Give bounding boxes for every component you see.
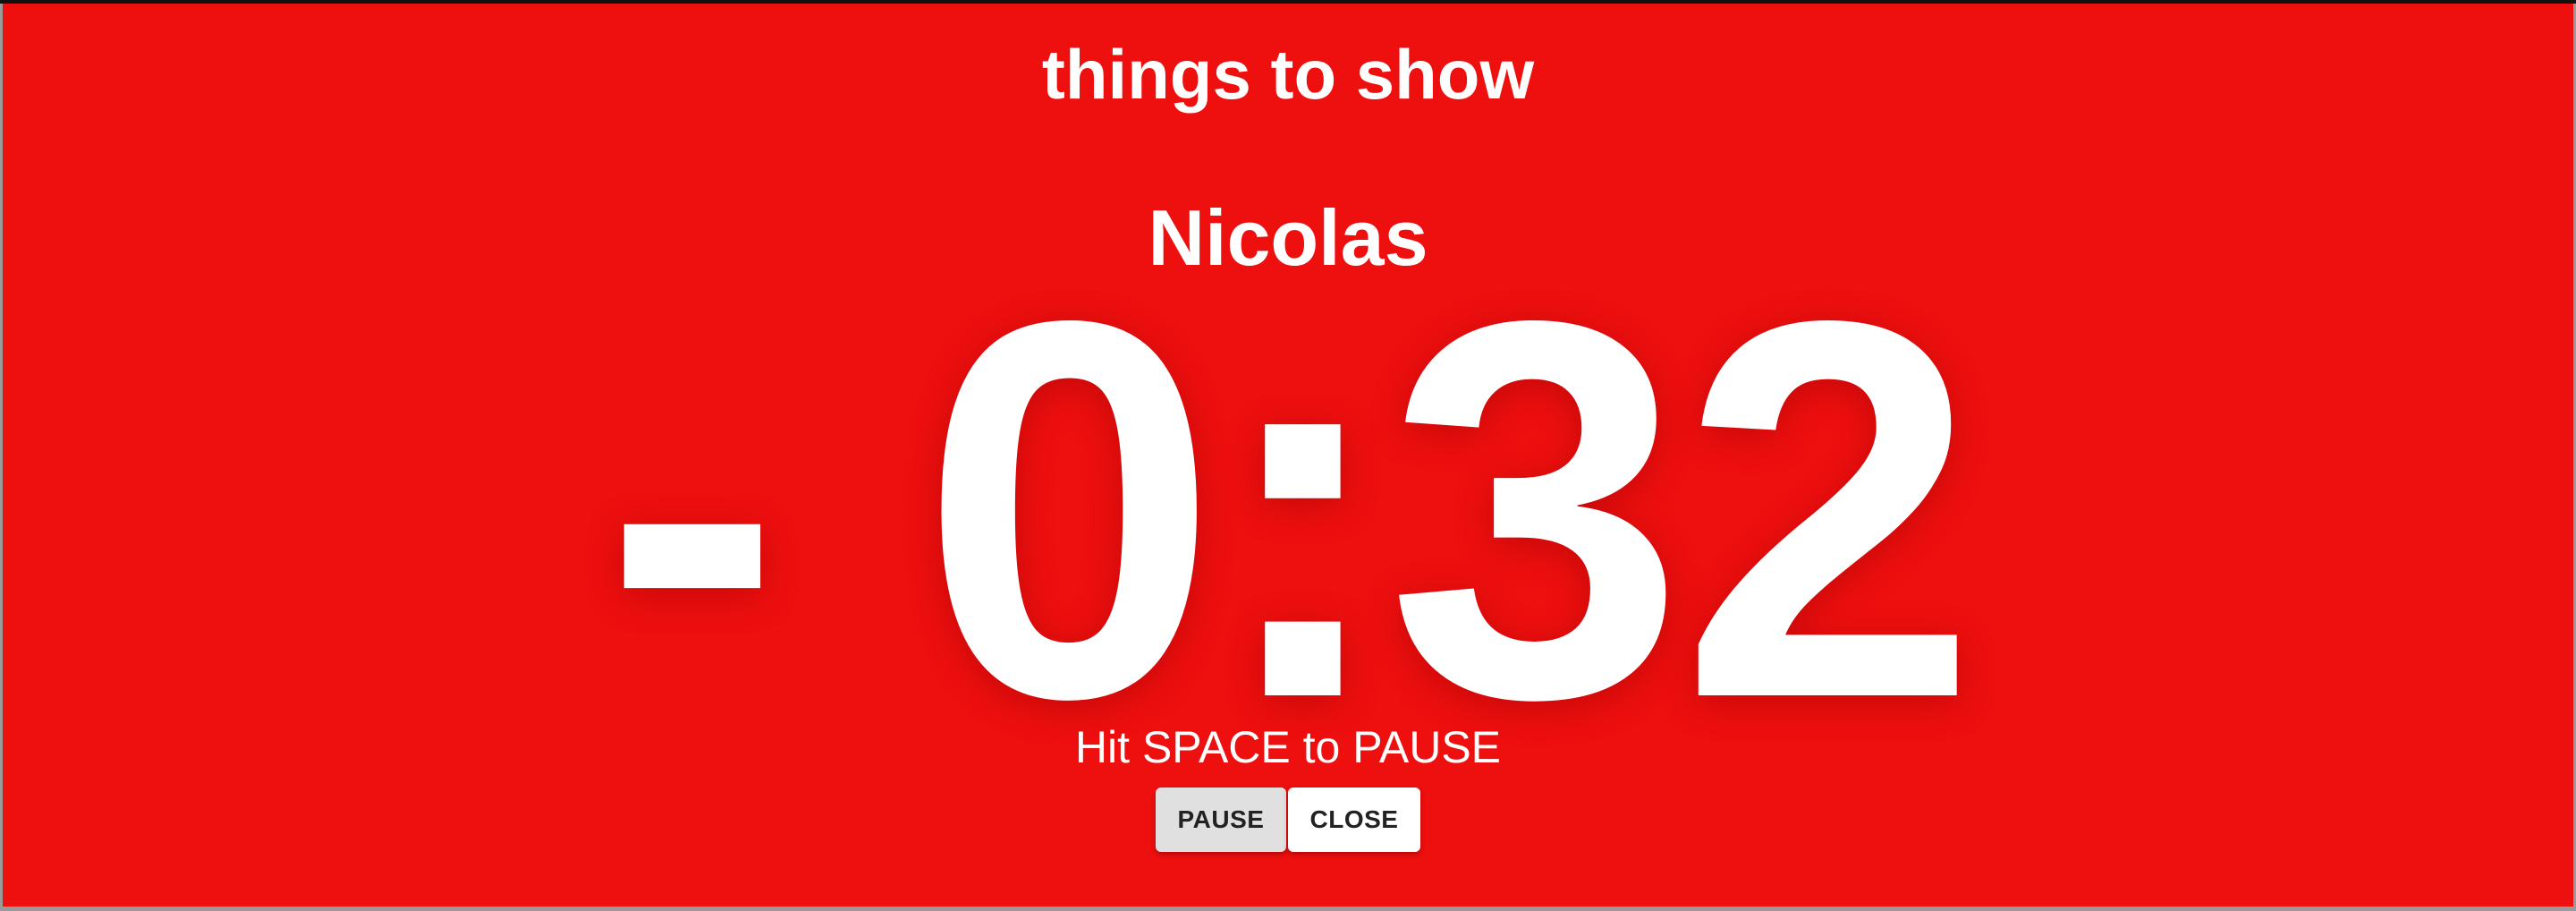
keyboard-hint: Hit SPACE to PAUSE [1074,722,1502,772]
page-title: things to show [1041,35,1535,114]
timer-controls: PAUSE CLOSE [0,788,2576,852]
pause-button[interactable]: PAUSE [1156,788,1286,852]
window-frame: things to show Nicolas - 0:32 Hit SPACE … [0,0,2576,911]
close-button[interactable]: CLOSE [1288,788,1420,852]
countdown-timer: - 0:32 [603,210,1978,810]
